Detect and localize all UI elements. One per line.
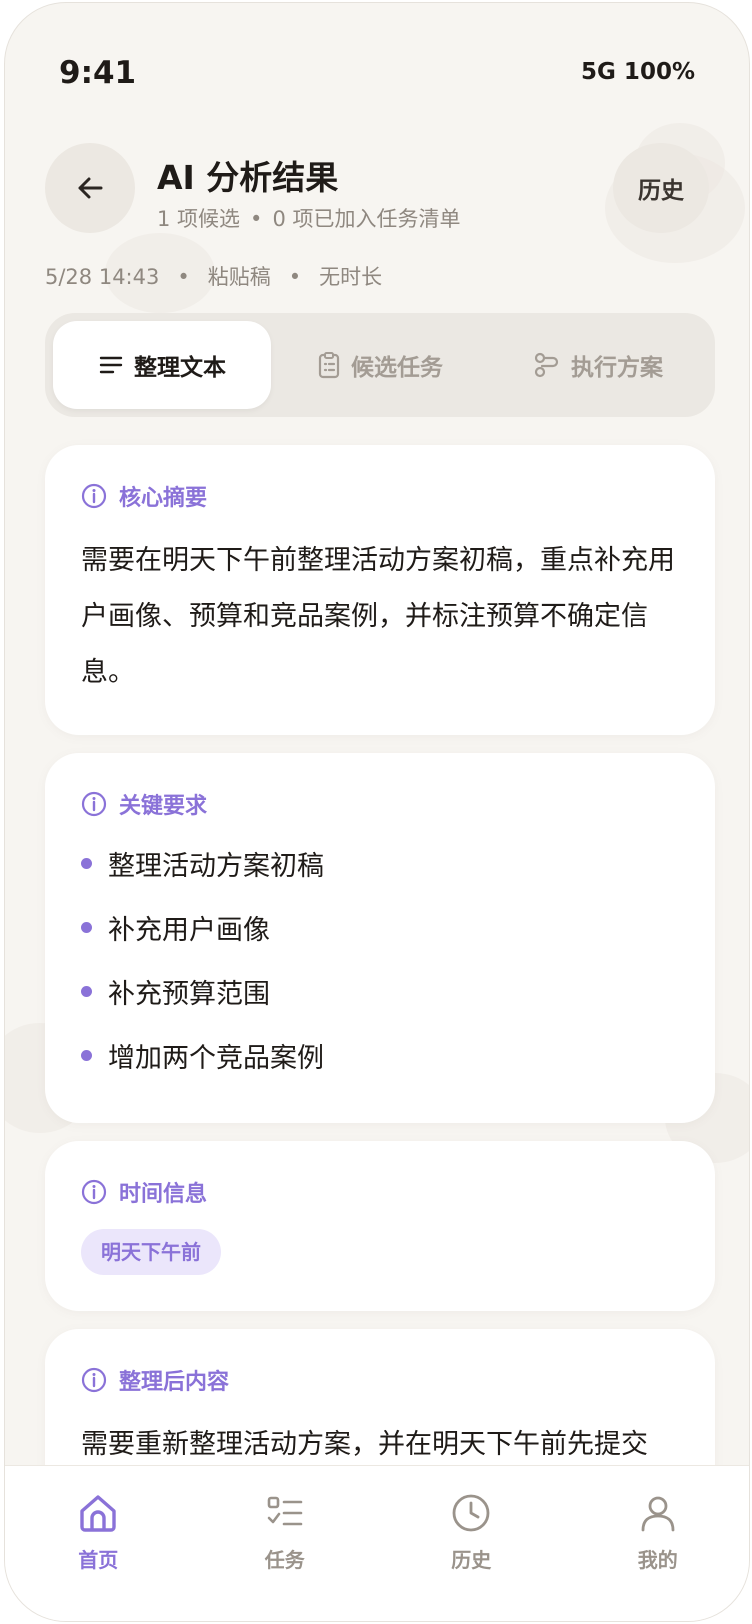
card-header: 整理后内容 [81,1365,679,1395]
separator: • [177,265,190,289]
tab-label: 整理文本 [134,355,226,381]
tasks-icon [267,1496,303,1526]
text-lines-icon [99,356,123,374]
tab-bar: 整理文本 候选任务 执行方案 [45,313,715,417]
meta-datetime: 5/28 14:43 [45,265,160,289]
info-icon [81,791,107,817]
nav-label: 我的 [637,1548,678,1572]
card-title: 整理后内容 [119,1370,230,1395]
summary-text: 需要在明天下午前整理活动方案初稿，重点补充用户画像、预算和竞品案例，并标注预算不… [81,545,675,688]
card-title: 时间信息 [119,1182,208,1207]
bullet-dot [81,985,92,997]
page-title: AI 分析结果 [157,158,339,197]
arrow-left-icon [78,177,103,199]
status-time: 9:41 [59,55,137,91]
tab-execution-plan[interactable]: 执行方案 [489,321,707,409]
info-icon [81,1367,107,1393]
nav-label: 任务 [264,1548,305,1572]
list-item: 补充预算范围 [81,959,679,1023]
nav-label: 历史 [451,1548,492,1572]
meta-duration: 无时长 [319,265,383,289]
home-icon [80,1495,116,1532]
clock-icon [452,1494,490,1532]
list-item: 增加两个竞品案例 [81,1023,679,1087]
list-item-text: 整理活动方案初稿 [108,850,324,882]
meta-info: 5/28 14:43 • 粘贴稿 • 无时长 [45,261,382,291]
separator: • [288,265,302,289]
added-count: 0 项已加入任务清单 [272,207,461,231]
nav-home[interactable]: 首页 [28,1492,168,1621]
meta-source: 粘贴稿 [207,265,271,289]
user-icon [641,1496,675,1532]
page-subtitle: 1 项候选 • 0 项已加入任务清单 [157,203,460,233]
card-title: 核心摘要 [119,486,208,511]
history-button[interactable]: 历史 [613,143,709,233]
list-item-text: 补充预算范围 [108,978,270,1010]
nav-history[interactable]: 历史 [401,1492,541,1621]
app-screen: 9:41 5G 100% AI 分析结果 1 项候选 • 0 项已加入任务清单 历史… [4,2,750,1622]
requirements-card: 关键要求 整理活动方案初稿 补充用户画像 补充预算范围 增加两个竞品案例 [45,753,715,1123]
list-item-text: 增加两个竞品案例 [108,1042,324,1074]
tab-organized-text[interactable]: 整理文本 [53,321,271,409]
info-icon [81,1179,107,1205]
bullet-dot [81,1049,92,1061]
nav-profile[interactable]: 我的 [588,1492,728,1621]
status-network: 5G 100% [581,59,695,85]
nav-tasks[interactable]: 任务 [215,1492,355,1621]
separator: • [250,207,263,231]
requirements-list: 整理活动方案初稿 补充用户画像 补充预算范围 增加两个竞品案例 [81,831,679,1087]
summary-card: 核心摘要 需要在明天下午前整理活动方案初稿，重点补充用户画像、预算和竞品案例，并… [45,445,715,735]
card-header: 关键要求 [81,789,679,819]
list-item: 补充用户画像 [81,895,679,959]
tab-candidate-tasks[interactable]: 候选任务 [271,321,489,409]
tab-label: 候选任务 [351,355,443,381]
bullet-dot [81,857,92,869]
route-icon [534,352,559,378]
card-header: 时间信息 [81,1177,679,1207]
candidate-count: 1 项候选 [157,207,241,231]
card-title: 关键要求 [119,794,208,819]
list-item: 整理活动方案初稿 [81,831,679,895]
clipboard-list-icon [318,352,340,379]
time-card: 时间信息 明天下午前 [45,1141,715,1311]
card-header: 核心摘要 [81,481,679,511]
info-icon [81,483,107,509]
bullet-dot [81,921,92,933]
nav-label: 首页 [78,1548,119,1572]
list-item-text: 补充用户画像 [108,914,270,946]
bottom-nav: 首页 任务 历史 我的 [5,1465,749,1621]
tab-label: 执行方案 [571,355,663,381]
back-button[interactable] [45,143,135,233]
time-chip: 明天下午前 [81,1229,221,1275]
